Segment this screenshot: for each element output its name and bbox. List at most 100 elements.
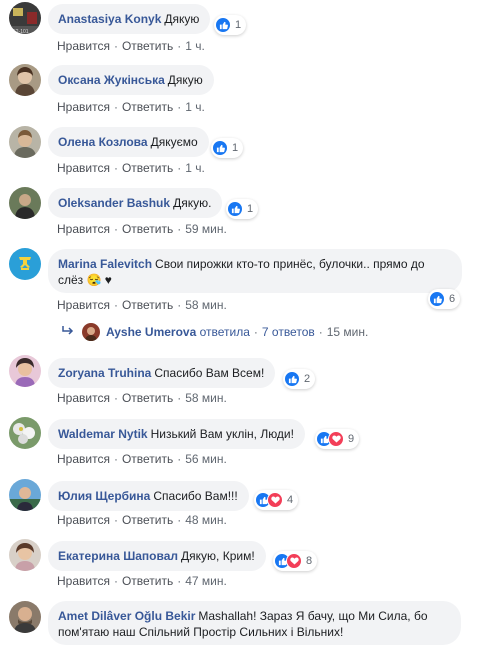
comment-bubble: Oleksander Bashuk Дякую. — [48, 188, 223, 218]
avatar[interactable] — [82, 323, 100, 341]
reply-time: 15 мин. — [326, 325, 369, 339]
comment-time[interactable]: 56 мин. — [185, 452, 227, 466]
comment-bubble: Anastasiya Konyk Дякую — [48, 4, 211, 34]
like-button[interactable]: Нравится — [57, 513, 110, 527]
comment-text: Спасибо Вам Всем! — [154, 366, 265, 380]
comment-actions: Нравится · Ответить · 1 ч. — [57, 100, 205, 114]
like-button[interactable]: Нравится — [57, 391, 110, 405]
reaction-count-value: 1 — [247, 203, 254, 215]
comment-time[interactable]: 59 мин. — [185, 222, 227, 236]
comment-text: Дякую — [167, 73, 203, 87]
avatar[interactable] — [9, 417, 41, 449]
reaction-count-value: 2 — [304, 373, 311, 385]
reply-button[interactable]: Ответить — [122, 161, 173, 175]
reaction-count[interactable]: 2 — [283, 369, 316, 389]
comment-bubble: Zoryana Truhina Спасибо Вам Всем! — [48, 358, 276, 388]
reply-button[interactable]: Ответить — [122, 39, 173, 53]
like-button[interactable]: Нравится — [57, 574, 110, 588]
comment-author[interactable]: Олена Козлова — [58, 135, 148, 149]
comment-time[interactable]: 1 ч. — [185, 161, 205, 175]
reaction-count[interactable]: 8 — [273, 551, 318, 571]
comment-text: Дякую — [164, 12, 200, 26]
like-reaction-icon — [227, 201, 243, 217]
comment-bubble: Юлия Щербина Спасибо Вам!!! — [48, 481, 249, 511]
reply-button[interactable]: Ответить — [122, 452, 173, 466]
reaction-count[interactable]: 1 — [214, 15, 247, 35]
comment-time[interactable]: 48 мин. — [185, 513, 227, 527]
reply-button[interactable]: Ответить — [122, 222, 173, 236]
comment-author[interactable]: Waldemar Nytik — [58, 427, 148, 441]
avatar[interactable] — [9, 539, 41, 571]
replies-summary[interactable]: Ayshe Umerova ответила · 7 ответов · 15 мин. — [0, 322, 486, 342]
avatar[interactable] — [9, 248, 41, 280]
comment-text: Дякую. — [173, 196, 212, 210]
like-reaction-icon — [212, 140, 228, 156]
comment-time[interactable]: 1 ч. — [185, 100, 205, 114]
comment-actions: Нравится · Ответить · 56 мин. — [57, 452, 227, 466]
reaction-count[interactable]: 6 — [428, 289, 461, 309]
reaction-count-value: 4 — [287, 494, 294, 506]
like-button[interactable]: Нравится — [57, 161, 110, 175]
comment-author[interactable]: Oleksander Bashuk — [58, 196, 170, 210]
comment-bubble: Оксана Жукінська Дякую — [48, 65, 214, 95]
reply-count[interactable]: 7 ответов — [262, 325, 315, 339]
reaction-count[interactable]: 1 — [211, 138, 244, 158]
avatar[interactable] — [9, 64, 41, 96]
comment-bubble: Amet Dilâver Oğlu Bekir Mashallah! Зараз … — [48, 601, 461, 645]
replies-summary-text[interactable]: Ayshe Umerova ответила · 7 ответов · 15 мин. — [106, 325, 368, 339]
reply-button[interactable]: Ответить — [122, 100, 173, 114]
comment-author[interactable]: Amet Dilâver Oğlu Bekir — [58, 609, 195, 623]
reply-button[interactable]: Ответить — [122, 298, 173, 312]
avatar[interactable] — [9, 601, 41, 633]
comment-actions: Нравится · Ответить · 58 мин. — [57, 298, 227, 312]
comment-author[interactable]: Zoryana Truhina — [58, 366, 151, 380]
avatar[interactable] — [9, 479, 41, 511]
reaction-count-value: 6 — [449, 293, 456, 305]
love-reaction-icon — [286, 553, 302, 569]
comment-bubble: Marina Falevitch Свои пирожки кто-то прин… — [48, 249, 462, 293]
comment-time[interactable]: 1 ч. — [185, 39, 205, 53]
reply-action: ответила — [199, 325, 250, 339]
comment-time[interactable]: 47 мин. — [185, 574, 227, 588]
comment-actions: Нравится · Ответить · 58 мин. — [57, 391, 227, 405]
comment-author[interactable]: Оксана Жукінська — [58, 73, 165, 87]
comment-actions: Нравится · Ответить · 47 мин. — [57, 574, 227, 588]
avatar[interactable] — [9, 126, 41, 158]
like-button[interactable]: Нравится — [57, 39, 110, 53]
like-button[interactable]: Нравится — [57, 222, 110, 236]
like-button[interactable]: Нравится — [57, 452, 110, 466]
avatar-badge: 52-101 — [13, 29, 29, 34]
like-reaction-icon — [215, 17, 231, 33]
comment-actions: Нравится · Ответить · 59 мин. — [57, 222, 227, 236]
comment-actions: Нравится · Ответить · 48 мин. — [57, 513, 227, 527]
reply-button[interactable]: Ответить — [122, 574, 173, 588]
comment-text: Низький Вам уклін, Люди! — [150, 427, 294, 441]
reply-author[interactable]: Ayshe Umerova — [106, 325, 196, 339]
like-button[interactable]: Нравится — [57, 298, 110, 312]
reaction-count[interactable]: 4 — [254, 490, 299, 510]
comment-time[interactable]: 58 мин. — [185, 391, 227, 405]
comment-text: Дякуємо — [150, 135, 198, 149]
reaction-count[interactable]: 1 — [226, 199, 259, 219]
like-reaction-icon — [429, 291, 445, 307]
comment-actions: Нравится · Ответить · 1 ч. — [57, 161, 205, 175]
comment-time[interactable]: 58 мин. — [185, 298, 227, 312]
reaction-count-value: 9 — [348, 433, 355, 445]
comment-bubble: Екатерина Шаповал Дякую, Крим! — [48, 541, 266, 571]
reply-button[interactable]: Ответить — [122, 513, 173, 527]
comment-text: Дякую, Крим! — [181, 549, 255, 563]
avatar[interactable]: 52-101 — [9, 2, 41, 34]
comment-author[interactable]: Anastasiya Konyk — [58, 12, 161, 26]
comment-bubble: Waldemar Nytik Низький Вам уклін, Люди! — [48, 419, 305, 449]
reply-button[interactable]: Ответить — [122, 391, 173, 405]
comment-author[interactable]: Marina Falevitch — [58, 257, 152, 271]
comment-author[interactable]: Екатерина Шаповал — [58, 549, 178, 563]
reaction-count[interactable]: 9 — [315, 429, 360, 449]
comment-emoji: 😪 ♥ — [86, 273, 112, 287]
comment-author[interactable]: Юлия Щербина — [58, 489, 150, 503]
like-button[interactable]: Нравится — [57, 100, 110, 114]
avatar[interactable] — [9, 187, 41, 219]
reply-arrow-icon — [61, 325, 75, 340]
avatar[interactable] — [9, 355, 41, 387]
comment-bubble: Олена Козлова Дякуємо — [48, 127, 209, 157]
